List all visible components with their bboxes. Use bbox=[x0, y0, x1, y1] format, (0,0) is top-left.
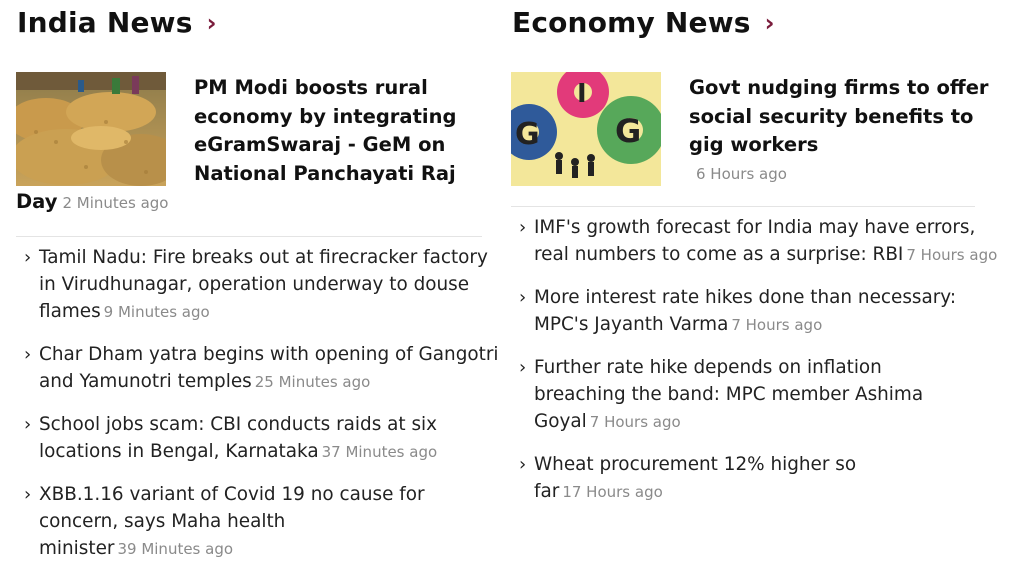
gig-gears-image: I G G bbox=[511, 72, 661, 186]
timestamp: 25 Minutes ago bbox=[254, 373, 371, 392]
lead-story-thumbnail[interactable]: I G G bbox=[511, 72, 661, 186]
lead-headline-tail-text: Day bbox=[16, 190, 58, 213]
chevron-right-icon: › bbox=[24, 344, 32, 366]
list-item[interactable]: › School jobs scam: CBI conducts raids at… bbox=[16, 411, 506, 466]
list-item[interactable]: › IMF's growth forecast for India may hav… bbox=[511, 214, 1003, 269]
lead-story-thumbnail[interactable] bbox=[16, 72, 166, 186]
timestamp: 6 Hours ago bbox=[696, 165, 787, 183]
news-list: › Tamil Nadu: Fire breaks out at firecrac… bbox=[16, 244, 506, 578]
chevron-right-icon: › bbox=[519, 453, 527, 475]
lead-headline[interactable]: PM Modi boosts rural economy by integrat… bbox=[194, 74, 494, 188]
section-title: Economy News bbox=[512, 6, 751, 39]
timestamp: 2 Minutes ago bbox=[62, 194, 169, 212]
chevron-right-icon: › bbox=[206, 8, 217, 37]
timestamp: 39 Minutes ago bbox=[117, 540, 234, 559]
list-item[interactable]: › XBB.1.16 variant of Covid 19 no cause f… bbox=[16, 481, 436, 564]
timestamp: 7 Hours ago bbox=[589, 413, 681, 432]
timestamp: 9 Minutes ago bbox=[103, 303, 210, 322]
india-news-header-link[interactable]: India News › bbox=[17, 6, 217, 39]
list-item[interactable]: › Further rate hike depends on inflation … bbox=[511, 354, 961, 437]
chevron-right-icon: › bbox=[24, 414, 32, 436]
chevron-right-icon: › bbox=[519, 286, 527, 308]
grain-heaps-image bbox=[16, 72, 166, 186]
list-item[interactable]: › Char Dham yatra begins with opening of … bbox=[16, 341, 506, 396]
list-item[interactable]: › Tamil Nadu: Fire breaks out at firecrac… bbox=[16, 244, 506, 327]
divider bbox=[511, 206, 975, 207]
divider bbox=[16, 236, 482, 237]
svg-text:G: G bbox=[515, 117, 540, 152]
chevron-right-icon: › bbox=[24, 247, 32, 268]
economy-news-header-link[interactable]: Economy News › bbox=[512, 6, 775, 39]
timestamp: 17 Hours ago bbox=[562, 483, 663, 502]
list-item[interactable]: › Wheat procurement 12% higher so far 17 H… bbox=[511, 451, 891, 506]
timestamp: 7 Hours ago bbox=[731, 316, 823, 335]
chevron-right-icon: › bbox=[764, 8, 775, 37]
lead-headline-tail[interactable]: Day 2 Minutes ago bbox=[16, 188, 169, 217]
lead-headline[interactable]: Govt nudging firms to offer social secur… bbox=[689, 74, 989, 160]
section-title: India News bbox=[17, 6, 193, 39]
timestamp: 7 Hours ago bbox=[906, 246, 998, 265]
chevron-right-icon: › bbox=[519, 217, 527, 238]
chevron-right-icon: › bbox=[519, 356, 527, 378]
svg-text:G: G bbox=[615, 112, 641, 150]
list-item[interactable]: › More interest rate hikes done than nece… bbox=[511, 284, 1003, 339]
svg-text:I: I bbox=[577, 79, 587, 109]
news-list: › IMF's growth forecast for India may hav… bbox=[511, 214, 1003, 521]
chevron-right-icon: › bbox=[24, 483, 32, 505]
timestamp: 37 Minutes ago bbox=[321, 443, 438, 462]
